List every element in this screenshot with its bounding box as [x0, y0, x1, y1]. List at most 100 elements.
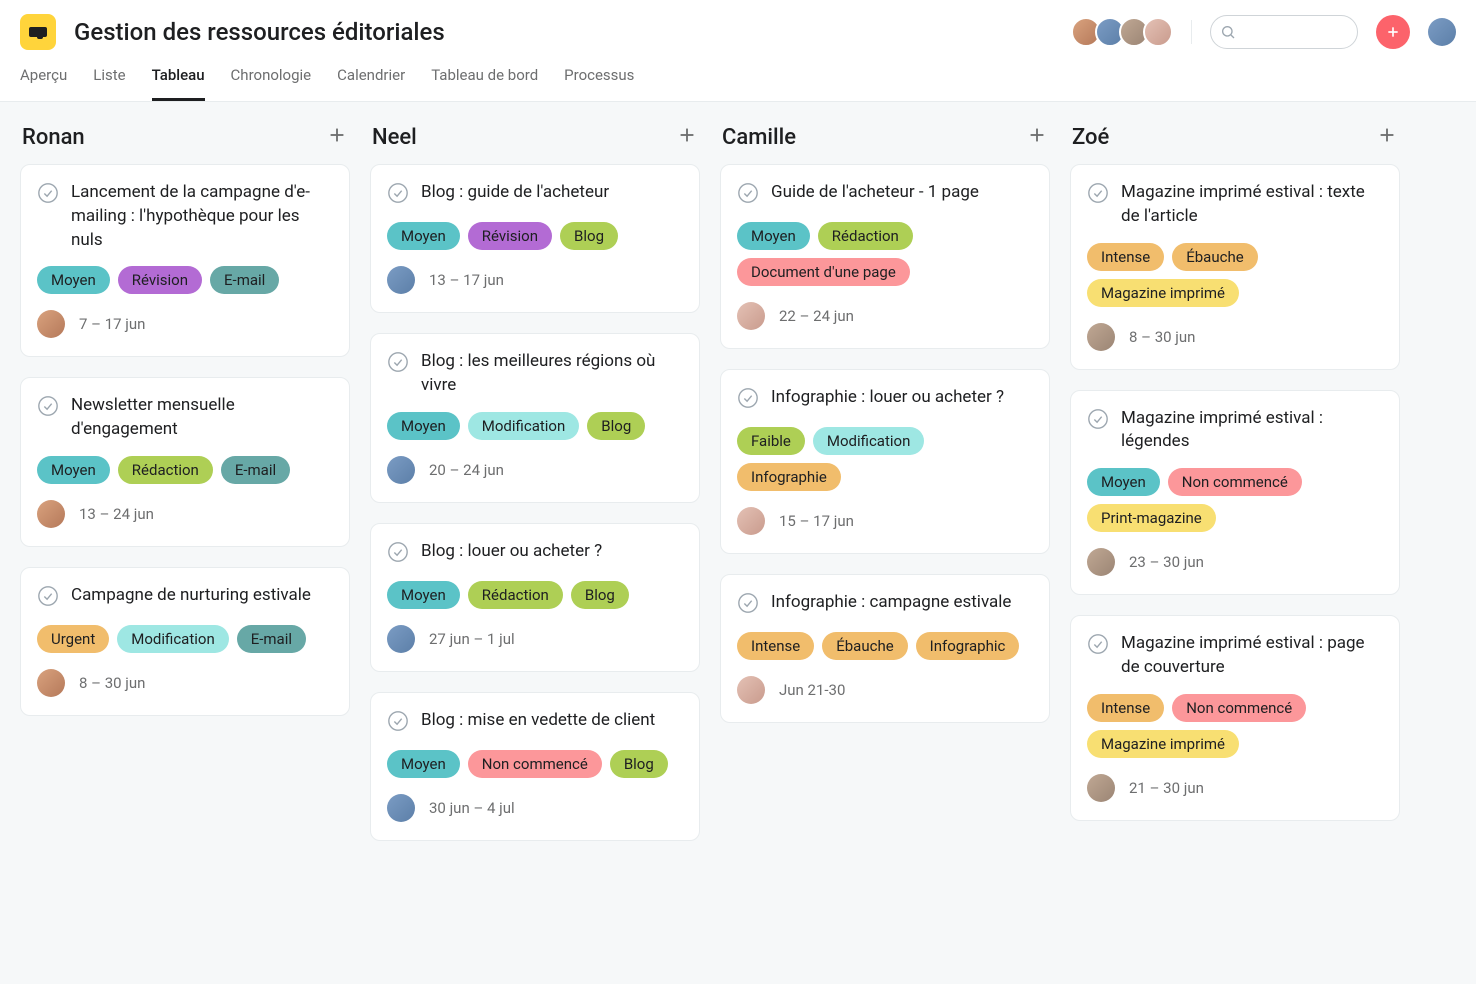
complete-check-icon[interactable]	[737, 182, 759, 208]
tag[interactable]: Modification	[468, 412, 579, 440]
assignee-avatar[interactable]	[387, 794, 415, 822]
tab-tableau[interactable]: Tableau	[152, 66, 205, 101]
tag[interactable]: Infographie	[737, 463, 841, 491]
task-card[interactable]: Lancement de la campagne d'e-mailing : l…	[20, 164, 350, 357]
task-card[interactable]: Infographie : louer ou acheter ?FaibleMo…	[720, 369, 1050, 554]
tag[interactable]: Non commencé	[1172, 694, 1306, 722]
column: Camille Guide de l'acheteur - 1 pageMoyen…	[720, 124, 1050, 861]
task-card[interactable]: Blog : louer ou acheter ?MoyenRédactionB…	[370, 523, 700, 672]
tag[interactable]: Révision	[468, 222, 552, 250]
assignee-avatar[interactable]	[37, 310, 65, 338]
card-footer: 7 – 17 jun	[37, 310, 333, 338]
task-card[interactable]: Blog : mise en vedette de client Moyen Non…	[370, 692, 700, 841]
tag[interactable]: Non commencé	[468, 750, 602, 778]
task-card[interactable]: Newsletter mensuelle d'engagementMoyenRé…	[20, 377, 350, 547]
assignee-avatar[interactable]	[37, 669, 65, 697]
assignee-avatar[interactable]	[387, 625, 415, 653]
tag[interactable]: Révision	[118, 266, 202, 294]
tag[interactable]: Blog	[610, 750, 668, 778]
tag[interactable]: Blog	[587, 412, 645, 440]
add-button[interactable]	[1376, 15, 1410, 49]
tag[interactable]: Intense	[1087, 694, 1164, 722]
task-card[interactable]: Magazine imprimé estival : texte de l'ar…	[1070, 164, 1400, 370]
member-avatars[interactable]	[1077, 17, 1173, 47]
tag[interactable]: Modification	[813, 427, 924, 455]
tag[interactable]: Rédaction	[818, 222, 913, 250]
assignee-avatar[interactable]	[737, 507, 765, 535]
complete-check-icon[interactable]	[1087, 182, 1109, 208]
complete-check-icon[interactable]	[37, 182, 59, 208]
card-title: Magazine imprimé estival : page de couve…	[1121, 632, 1383, 680]
tag[interactable]: Non commencé	[1168, 468, 1302, 496]
tab-aperçu[interactable]: Aperçu	[20, 66, 67, 101]
tag[interactable]: Magazine imprimé	[1087, 279, 1239, 307]
tab-chronologie[interactable]: Chronologie	[231, 66, 312, 101]
tab-calendrier[interactable]: Calendrier	[337, 66, 405, 101]
complete-check-icon[interactable]	[37, 395, 59, 421]
tag[interactable]: Infographic	[916, 632, 1020, 660]
add-card-button[interactable]	[1376, 124, 1398, 150]
task-card[interactable]: Blog : guide de l'acheteurMoyenRévisionB…	[370, 164, 700, 313]
tab-tableau-de-bord[interactable]: Tableau de bord	[431, 66, 538, 101]
task-card[interactable]: Campagne de nurturing estivaleUrgentModi…	[20, 567, 350, 716]
tag[interactable]: Rédaction	[468, 581, 563, 609]
complete-check-icon[interactable]	[387, 710, 409, 736]
assignee-avatar[interactable]	[737, 676, 765, 704]
complete-check-icon[interactable]	[1087, 633, 1109, 659]
task-card[interactable]: Blog : les meilleures régions où vivreMo…	[370, 333, 700, 503]
task-card[interactable]: Infographie : campagne estivaleIntenseÉb…	[720, 574, 1050, 723]
assignee-avatar[interactable]	[387, 266, 415, 294]
tag[interactable]: Moyen	[37, 456, 110, 484]
tab-processus[interactable]: Processus	[564, 66, 634, 101]
assignee-avatar[interactable]	[1087, 548, 1115, 576]
complete-check-icon[interactable]	[737, 387, 759, 413]
tag[interactable]: E-mail	[237, 625, 306, 653]
add-card-button[interactable]	[1026, 124, 1048, 150]
tag[interactable]: Moyen	[387, 412, 460, 440]
project-logo[interactable]	[20, 14, 56, 50]
complete-check-icon[interactable]	[37, 585, 59, 611]
tab-liste[interactable]: Liste	[93, 66, 125, 101]
complete-check-icon[interactable]	[387, 182, 409, 208]
add-card-button[interactable]	[676, 124, 698, 150]
assignee-avatar[interactable]	[1087, 774, 1115, 802]
tag[interactable]: Blog	[571, 581, 629, 609]
complete-check-icon[interactable]	[387, 351, 409, 377]
tag[interactable]: Intense	[737, 632, 814, 660]
assignee-avatar[interactable]	[387, 456, 415, 484]
task-card[interactable]: Magazine imprimé estival : légendesMoyen…	[1070, 390, 1400, 596]
column-header: Camille	[720, 124, 1050, 150]
tag[interactable]: Moyen	[387, 222, 460, 250]
tag[interactable]: Moyen	[37, 266, 110, 294]
add-card-button[interactable]	[326, 124, 348, 150]
assignee-avatar[interactable]	[37, 500, 65, 528]
current-user-avatar[interactable]	[1428, 18, 1456, 46]
tag[interactable]: Urgent	[37, 625, 109, 653]
tag[interactable]: Moyen	[387, 581, 460, 609]
tag[interactable]: Ébauche	[822, 632, 907, 660]
assignee-avatar[interactable]	[1087, 323, 1115, 351]
tag[interactable]: Document d'une page	[737, 258, 910, 286]
complete-check-icon[interactable]	[387, 541, 409, 567]
task-card[interactable]: Magazine imprimé estival : page de couve…	[1070, 615, 1400, 821]
tag[interactable]: Ébauche	[1172, 243, 1257, 271]
tag[interactable]: E-mail	[210, 266, 279, 294]
tag[interactable]: Modification	[117, 625, 228, 653]
tag[interactable]: Magazine imprimé	[1087, 730, 1239, 758]
tag[interactable]: Faible	[737, 427, 805, 455]
tag[interactable]: Print-magazine	[1087, 504, 1216, 532]
card-title: Blog : mise en vedette de client	[421, 709, 655, 733]
avatar[interactable]	[1143, 17, 1173, 47]
tag[interactable]: E-mail	[221, 456, 290, 484]
assignee-avatar[interactable]	[737, 302, 765, 330]
task-card[interactable]: Guide de l'acheteur - 1 pageMoyenRédacti…	[720, 164, 1050, 349]
complete-check-icon[interactable]	[1087, 408, 1109, 434]
tag[interactable]: Blog	[560, 222, 618, 250]
tag[interactable]: Rédaction	[118, 456, 213, 484]
complete-check-icon[interactable]	[737, 592, 759, 618]
tag[interactable]: Moyen	[1087, 468, 1160, 496]
tag[interactable]: Intense	[1087, 243, 1164, 271]
tag[interactable]: Moyen	[387, 750, 460, 778]
tag[interactable]: Moyen	[737, 222, 810, 250]
column-title: Neel	[372, 125, 417, 150]
